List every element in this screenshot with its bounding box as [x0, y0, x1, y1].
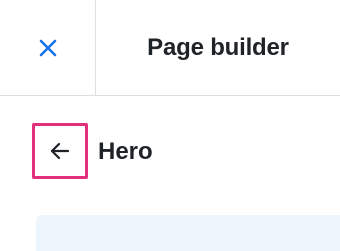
- close-button[interactable]: [0, 0, 96, 95]
- page-title: Page builder: [147, 33, 289, 61]
- close-icon: [39, 39, 56, 56]
- panel-header: Page builder: [0, 0, 340, 96]
- content-panel: [36, 215, 340, 251]
- back-button[interactable]: [32, 123, 88, 179]
- section-title: Hero: [98, 138, 153, 165]
- arrow-left-icon: [50, 142, 70, 160]
- page-builder-panel: Page builder Hero: [0, 0, 340, 251]
